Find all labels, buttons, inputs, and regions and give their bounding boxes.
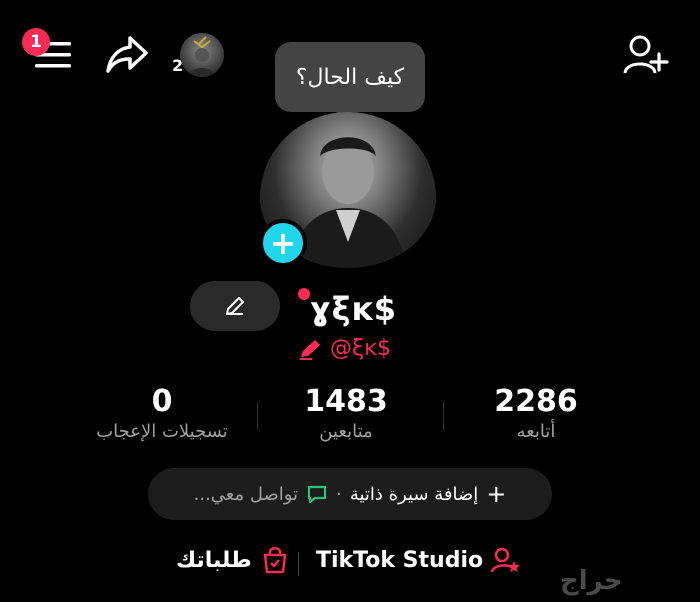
status-bubble[interactable]: كيف الحال؟ — [275, 42, 425, 112]
followers-label: متابعين — [319, 421, 373, 442]
followers-count: 1483 — [304, 384, 388, 419]
status-dot — [298, 288, 310, 300]
handle-row[interactable]: @ξĸ$ — [298, 336, 391, 361]
stat-divider — [257, 402, 258, 430]
shopping-bag-icon — [263, 547, 286, 574]
orders-label: طلباتك — [176, 547, 252, 573]
plus-icon: + — [486, 480, 507, 508]
add-story-button[interactable]: + — [259, 219, 307, 267]
add-user-icon[interactable] — [622, 34, 670, 76]
pencil-icon — [226, 297, 244, 315]
bottom-divider — [298, 552, 299, 576]
following-label: أتابعه — [516, 421, 556, 442]
likes-count: 0 — [151, 384, 173, 419]
username-handle: @ξĸ$ — [330, 336, 392, 361]
chat-icon — [307, 485, 327, 504]
creator-star-icon — [491, 547, 521, 573]
notification-badge: 1 — [22, 28, 50, 56]
bio-separator: · — [336, 483, 342, 505]
stat-divider — [443, 402, 444, 430]
plus-icon: + — [269, 224, 297, 262]
likes-stat[interactable]: 0 تسجيلات الإعجاب — [82, 384, 242, 442]
tiktok-studio-link[interactable]: TikTok Studio — [316, 546, 521, 574]
edit-pen-icon — [300, 339, 320, 360]
tiktok-studio-label: TikTok Studio — [316, 547, 484, 573]
share-icon[interactable] — [104, 34, 150, 76]
orders-link[interactable]: طلباتك — [176, 546, 288, 574]
story-avatar[interactable] — [180, 33, 224, 77]
contact-label[interactable]: تواصل معي... — [194, 484, 298, 505]
following-count: 2286 — [494, 384, 578, 419]
following-stat[interactable]: 2286 أتابعه — [456, 384, 616, 442]
watermark: حراج — [560, 566, 623, 596]
followers-stat[interactable]: 1483 متابعين — [266, 384, 426, 442]
display-name: ɣξĸ$ — [310, 290, 398, 328]
edit-profile-button[interactable] — [190, 281, 280, 331]
bio-pill[interactable]: + إضافة سيرة ذاتية · تواصل معي... — [148, 468, 552, 520]
likes-label: تسجيلات الإعجاب — [96, 421, 228, 442]
add-bio-label[interactable]: إضافة سيرة ذاتية — [350, 484, 478, 505]
